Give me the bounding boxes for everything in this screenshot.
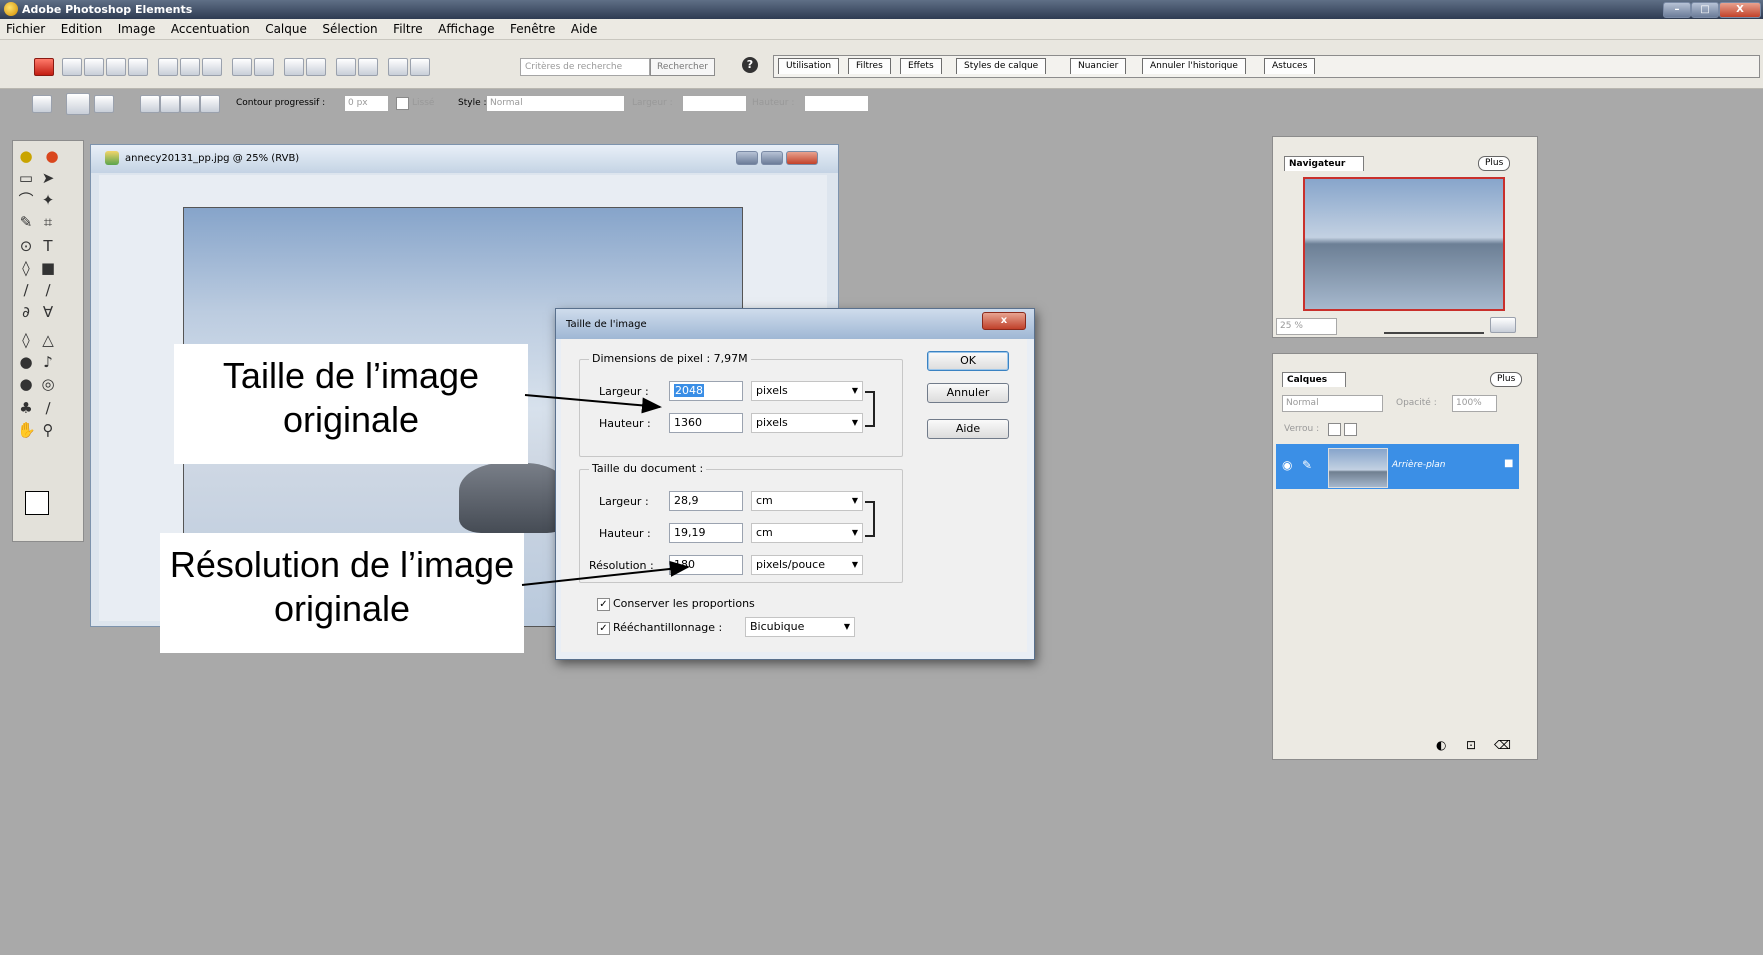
photoshop-elements-window: Adobe Photoshop Elements – □ X Fichier E… [0,0,1763,955]
size-arrow [524,394,662,414]
annotation-arrows [521,394,690,586]
resolution-arrow [521,560,690,586]
